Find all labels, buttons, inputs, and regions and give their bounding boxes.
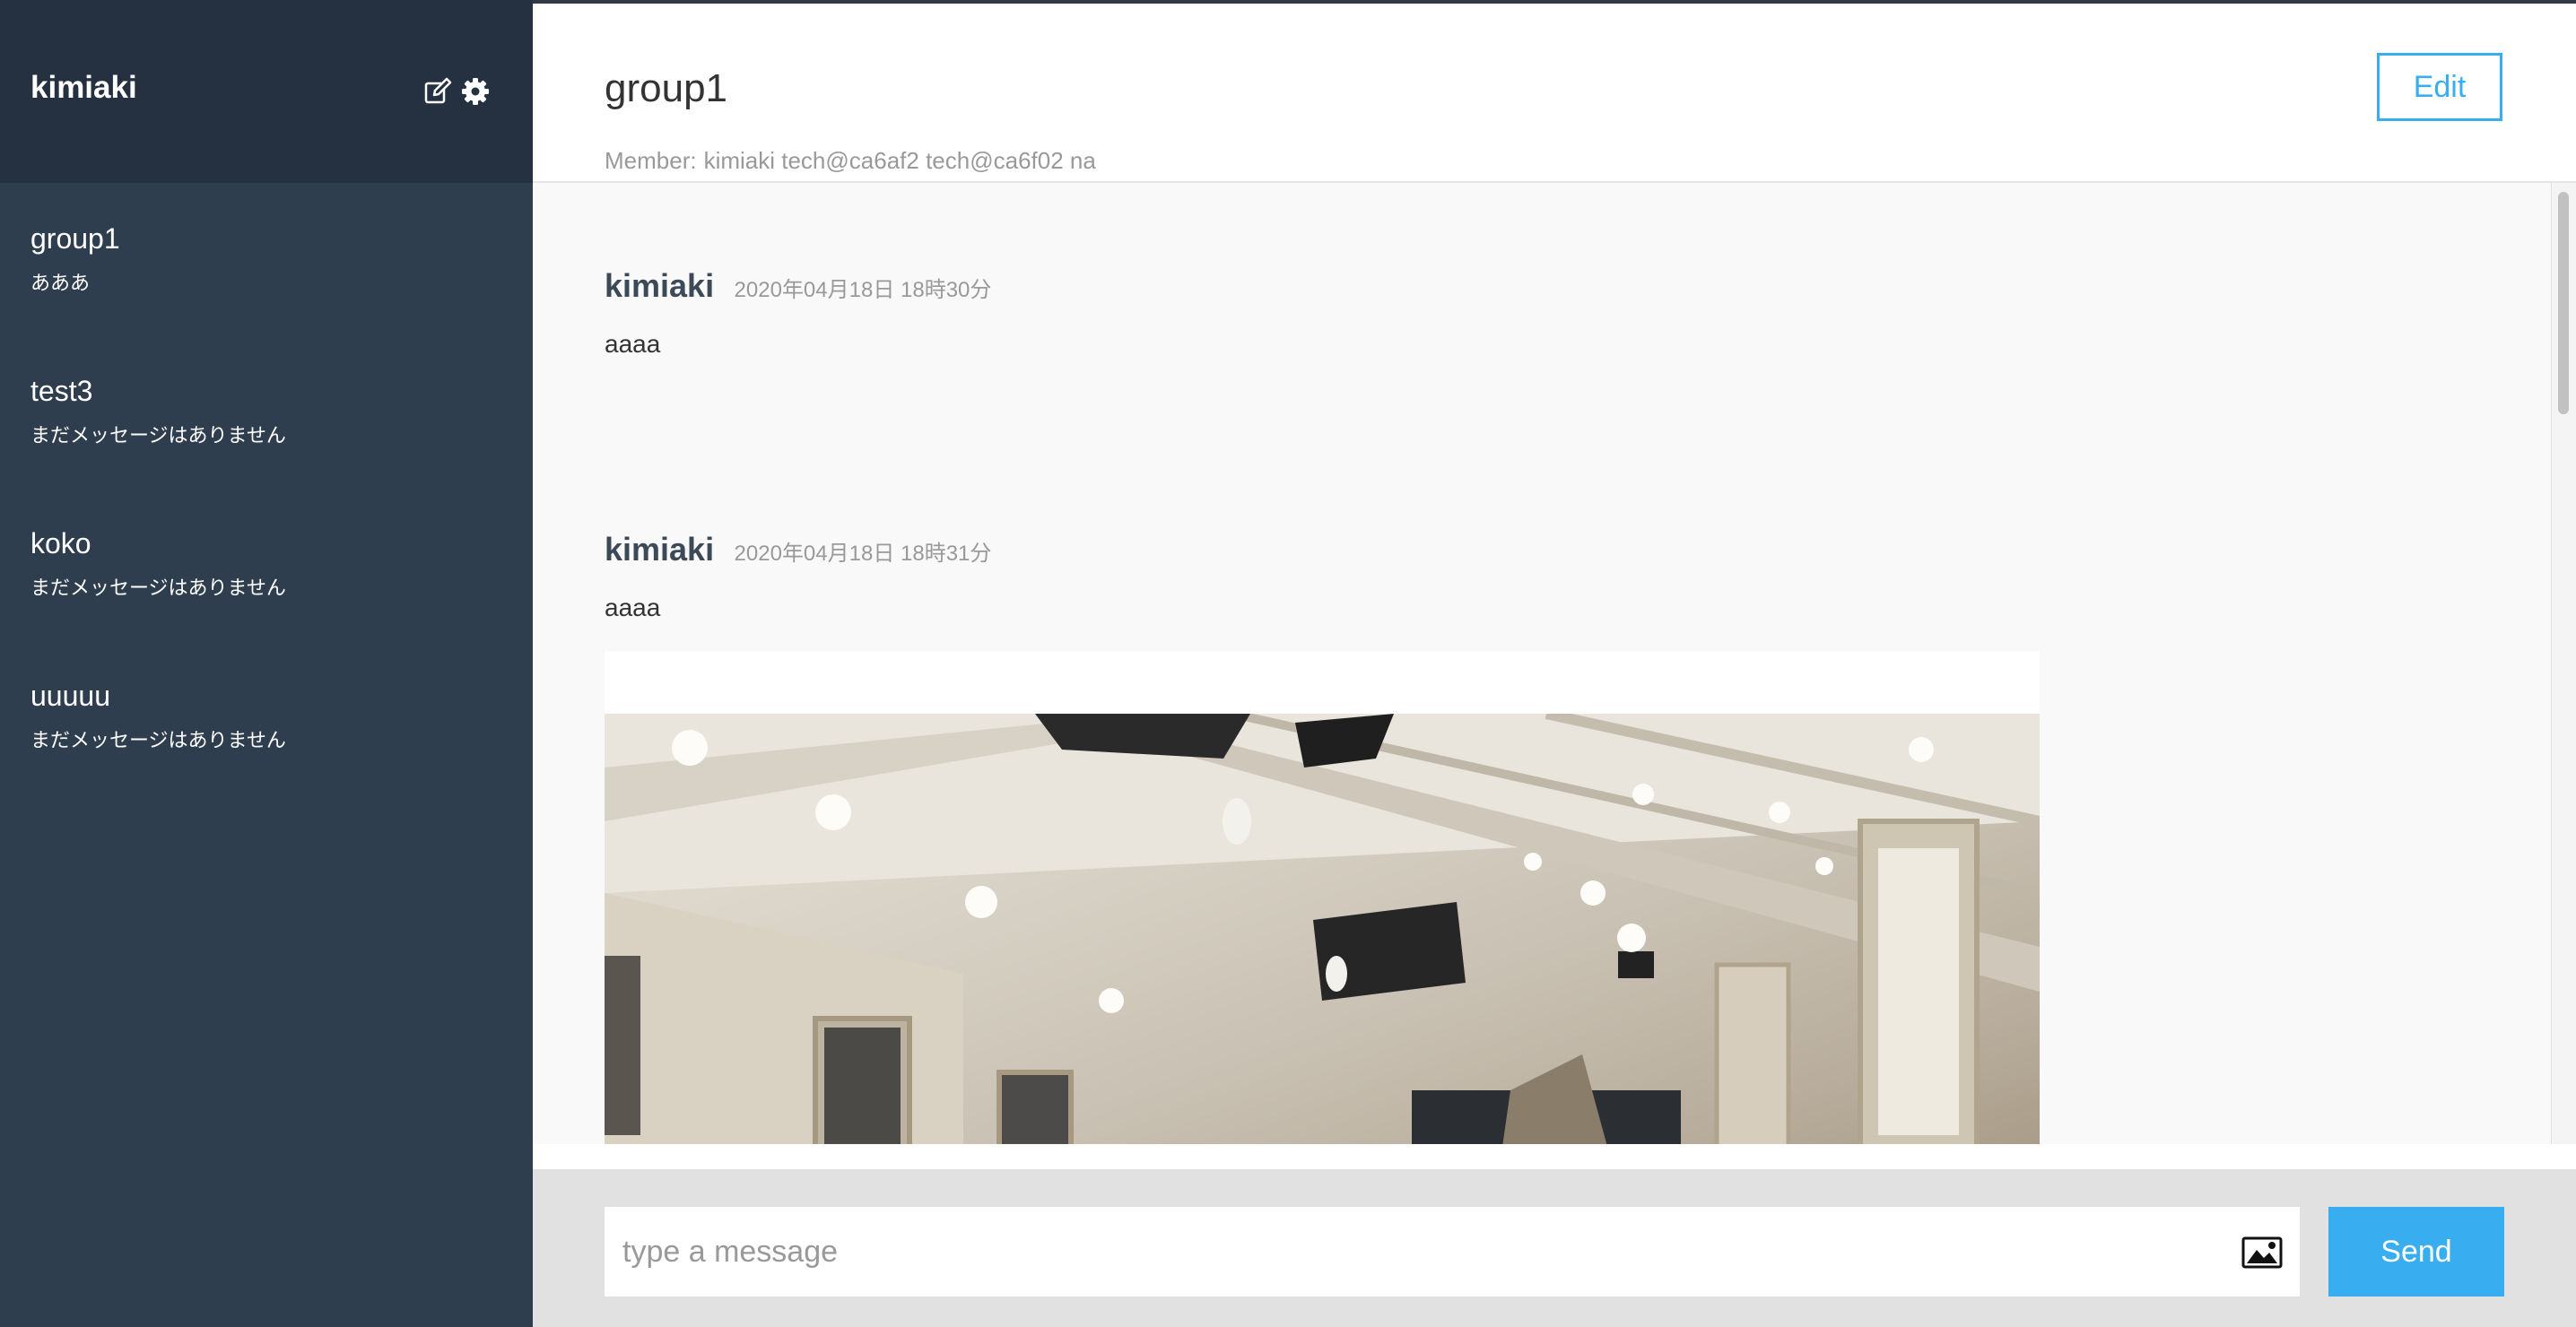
- message-image[interactable]: [605, 651, 2040, 1144]
- sidebar: kimiaki group1 あああ test3 まだメッセージはありません k…: [0, 0, 533, 1327]
- salon-photo: [605, 714, 2040, 1144]
- sidebar-group-uuuuu[interactable]: uuuuu まだメッセージはありません: [0, 680, 533, 823]
- message-time: 2020年04月18日 18時30分: [734, 278, 992, 302]
- image-icon[interactable]: [2241, 1236, 2283, 1269]
- member-list: Member: kimiaki tech@ca6af2 tech@ca6f02 n…: [605, 147, 1096, 175]
- message-input[interactable]: [605, 1207, 2300, 1297]
- sidebar-group-koko[interactable]: koko まだメッセージはありません: [0, 527, 533, 671]
- message-user: kimiaki: [605, 267, 715, 304]
- group-last-message: まだメッセージはありません: [30, 729, 286, 751]
- member-names: kimiaki tech@ca6af2 tech@ca6f02 na: [703, 147, 1096, 174]
- group-name: uuuuu: [30, 680, 110, 712]
- message: kimiaki 2020年04月18日 18時30分 aaaa: [605, 267, 991, 359]
- sidebar-group-test3[interactable]: test3 まだメッセージはありません: [0, 375, 533, 518]
- group-name: group1: [30, 222, 120, 255]
- group-title: group1: [605, 66, 728, 110]
- gear-icon[interactable]: [461, 77, 490, 106]
- photo-illustration: [605, 714, 2040, 1144]
- edit-group-button[interactable]: Edit: [2377, 53, 2502, 121]
- scrollbar-thumb[interactable]: [2558, 192, 2569, 414]
- compose-bar: Send: [533, 1169, 2576, 1327]
- group-name: test3: [30, 375, 93, 407]
- chat-header: group1 Member: kimiaki tech@ca6af2 tech@c…: [533, 4, 2576, 183]
- group-last-message: まだメッセージはありません: [30, 424, 286, 447]
- chat-main: group1 Member: kimiaki tech@ca6af2 tech@c…: [533, 4, 2576, 1327]
- send-button[interactable]: Send: [2328, 1207, 2504, 1297]
- sidebar-group-group1[interactable]: group1 あああ: [0, 222, 533, 366]
- message-text: aaaa: [605, 594, 661, 621]
- edit-icon[interactable]: [423, 77, 452, 106]
- message-user: kimiaki: [605, 531, 715, 568]
- group-last-message: あああ: [30, 272, 91, 294]
- group-last-message: まだメッセージはありません: [30, 577, 286, 599]
- current-user-name: kimiaki: [30, 70, 137, 105]
- sidebar-header: kimiaki: [0, 0, 533, 183]
- members-label: Member:: [605, 147, 697, 174]
- message-time: 2020年04月18日 18時31分: [734, 542, 992, 566]
- message-text: aaaa: [605, 330, 661, 358]
- group-name: koko: [30, 527, 91, 559]
- message-list: kimiaki 2020年04月18日 18時30分 aaaa kimiaki …: [533, 183, 2551, 1144]
- message-scrollbar[interactable]: [2551, 183, 2576, 1144]
- message: kimiaki 2020年04月18日 18時31分 aaaa: [605, 531, 991, 622]
